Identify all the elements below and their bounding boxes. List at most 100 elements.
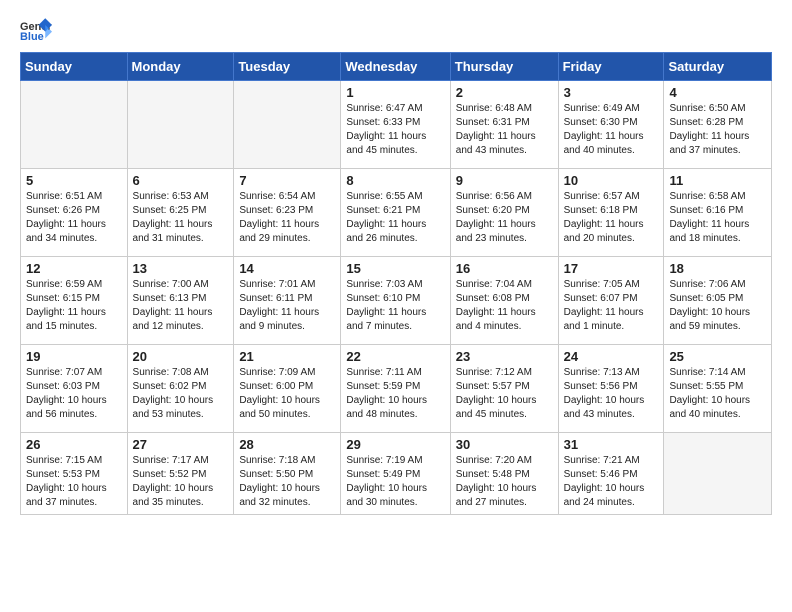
day-number-28: 28 xyxy=(239,437,335,452)
weekday-header-thursday: Thursday xyxy=(450,53,558,81)
day-cell-18: 18 Sunrise: 7:06 AM Sunset: 6:05 PM Dayli… xyxy=(664,257,772,345)
day-info-25: Sunrise: 7:14 AM Sunset: 5:55 PM Dayligh… xyxy=(669,366,766,422)
day-cell-empty xyxy=(127,81,234,169)
week-row-4: 19 Sunrise: 7:07 AM Sunset: 6:03 PM Dayli… xyxy=(21,345,772,433)
day-info-28: Sunrise: 7:18 AM Sunset: 5:50 PM Dayligh… xyxy=(239,454,335,510)
week-row-2: 5 Sunrise: 6:51 AM Sunset: 6:26 PM Daylig… xyxy=(21,169,772,257)
weekday-header-wednesday: Wednesday xyxy=(341,53,450,81)
week-row-3: 12 Sunrise: 6:59 AM Sunset: 6:15 PM Dayli… xyxy=(21,257,772,345)
day-info-29: Sunrise: 7:19 AM Sunset: 5:49 PM Dayligh… xyxy=(346,454,444,510)
day-info-23: Sunrise: 7:12 AM Sunset: 5:57 PM Dayligh… xyxy=(456,366,553,422)
day-info-4: Sunrise: 6:50 AM Sunset: 6:28 PM Dayligh… xyxy=(669,102,766,158)
day-cell-6: 6Sunrise: 6:53 AM Sunset: 6:25 PM Daylig… xyxy=(127,169,234,257)
day-number-13: 13 xyxy=(133,261,229,276)
day-number-20: 20 xyxy=(133,349,229,364)
day-number-18: 18 xyxy=(669,261,766,276)
day-info-21: Sunrise: 7:09 AM Sunset: 6:00 PM Dayligh… xyxy=(239,366,335,422)
day-cell-5: 5 Sunrise: 6:51 AM Sunset: 6:26 PM Daylig… xyxy=(21,169,128,257)
day-number-10: 10 xyxy=(564,173,659,188)
day-number-21: 21 xyxy=(239,349,335,364)
day-info-7: Sunrise: 6:54 AM Sunset: 6:23 PM Dayligh… xyxy=(239,190,335,246)
day-cell-19: 19 Sunrise: 7:07 AM Sunset: 6:03 PM Dayli… xyxy=(21,345,128,433)
day-number-8: 8 xyxy=(346,173,444,188)
weekday-header-friday: Friday xyxy=(558,53,664,81)
day-number-7: 7 xyxy=(239,173,335,188)
day-cell-26: 26 Sunrise: 7:15 AM Sunset: 5:53 PM Dayli… xyxy=(21,433,128,515)
day-cell-1: 1Sunrise: 6:47 AM Sunset: 6:33 PM Daylig… xyxy=(341,81,450,169)
weekday-header-saturday: Saturday xyxy=(664,53,772,81)
day-cell-22: 22 Sunrise: 7:11 AM Sunset: 5:59 PM Dayli… xyxy=(341,345,450,433)
day-info-5: Sunrise: 6:51 AM Sunset: 6:26 PM Dayligh… xyxy=(26,190,122,246)
day-cell-empty xyxy=(664,433,772,515)
day-number-30: 30 xyxy=(456,437,553,452)
day-info-22: Sunrise: 7:11 AM Sunset: 5:59 PM Dayligh… xyxy=(346,366,444,422)
day-number-1: 1 xyxy=(346,85,444,100)
day-number-9: 9 xyxy=(456,173,553,188)
day-info-18: Sunrise: 7:06 AM Sunset: 6:05 PM Dayligh… xyxy=(669,278,766,334)
day-cell-15: 15 Sunrise: 7:03 AM Sunset: 6:10 PM Dayli… xyxy=(341,257,450,345)
day-info-17: Sunrise: 7:05 AM Sunset: 6:07 PM Dayligh… xyxy=(564,278,659,334)
day-number-25: 25 xyxy=(669,349,766,364)
day-number-16: 16 xyxy=(456,261,553,276)
day-number-26: 26 xyxy=(26,437,122,452)
weekday-header-tuesday: Tuesday xyxy=(234,53,341,81)
day-number-4: 4 xyxy=(669,85,766,100)
day-cell-17: 17 Sunrise: 7:05 AM Sunset: 6:07 PM Dayli… xyxy=(558,257,664,345)
day-number-17: 17 xyxy=(564,261,659,276)
day-cell-27: 27Sunrise: 7:17 AM Sunset: 5:52 PM Dayli… xyxy=(127,433,234,515)
day-info-26: Sunrise: 7:15 AM Sunset: 5:53 PM Dayligh… xyxy=(26,454,122,510)
day-cell-12: 12 Sunrise: 6:59 AM Sunset: 6:15 PM Dayli… xyxy=(21,257,128,345)
day-info-19: Sunrise: 7:07 AM Sunset: 6:03 PM Dayligh… xyxy=(26,366,122,422)
day-number-23: 23 xyxy=(456,349,553,364)
day-info-6: Sunrise: 6:53 AM Sunset: 6:25 PM Dayligh… xyxy=(133,190,229,246)
day-cell-16: 16 Sunrise: 7:04 AM Sunset: 6:08 PM Dayli… xyxy=(450,257,558,345)
weekday-header-sunday: Sunday xyxy=(21,53,128,81)
day-cell-24: 24Sunrise: 7:13 AM Sunset: 5:56 PM Dayli… xyxy=(558,345,664,433)
day-number-14: 14 xyxy=(239,261,335,276)
day-number-29: 29 xyxy=(346,437,444,452)
day-info-11: Sunrise: 6:58 AM Sunset: 6:16 PM Dayligh… xyxy=(669,190,766,246)
day-info-13: Sunrise: 7:00 AM Sunset: 6:13 PM Dayligh… xyxy=(133,278,229,334)
day-number-5: 5 xyxy=(26,173,122,188)
day-info-30: Sunrise: 7:20 AM Sunset: 5:48 PM Dayligh… xyxy=(456,454,553,510)
day-cell-29: 29 Sunrise: 7:19 AM Sunset: 5:49 PM Dayli… xyxy=(341,433,450,515)
day-info-2: Sunrise: 6:48 AM Sunset: 6:31 PM Dayligh… xyxy=(456,102,553,158)
day-info-14: Sunrise: 7:01 AM Sunset: 6:11 PM Dayligh… xyxy=(239,278,335,334)
logo-icon: General Blue xyxy=(20,16,52,44)
day-cell-3: 3 Sunrise: 6:49 AM Sunset: 6:30 PM Daylig… xyxy=(558,81,664,169)
day-info-20: Sunrise: 7:08 AM Sunset: 6:02 PM Dayligh… xyxy=(133,366,229,422)
day-number-12: 12 xyxy=(26,261,122,276)
day-number-19: 19 xyxy=(26,349,122,364)
day-number-15: 15 xyxy=(346,261,444,276)
logo: General Blue xyxy=(20,16,52,44)
day-cell-31: 31 Sunrise: 7:21 AM Sunset: 5:46 PM Dayli… xyxy=(558,433,664,515)
day-cell-28: 28 Sunrise: 7:18 AM Sunset: 5:50 PM Dayli… xyxy=(234,433,341,515)
week-row-1: 1Sunrise: 6:47 AM Sunset: 6:33 PM Daylig… xyxy=(21,81,772,169)
day-cell-21: 21 Sunrise: 7:09 AM Sunset: 6:00 PM Dayli… xyxy=(234,345,341,433)
day-cell-8: 8 Sunrise: 6:55 AM Sunset: 6:21 PM Daylig… xyxy=(341,169,450,257)
day-info-24: Sunrise: 7:13 AM Sunset: 5:56 PM Dayligh… xyxy=(564,366,659,422)
day-info-12: Sunrise: 6:59 AM Sunset: 6:15 PM Dayligh… xyxy=(26,278,122,334)
weekday-header-monday: Monday xyxy=(127,53,234,81)
svg-text:Blue: Blue xyxy=(20,31,44,43)
day-info-9: Sunrise: 6:56 AM Sunset: 6:20 PM Dayligh… xyxy=(456,190,553,246)
day-number-11: 11 xyxy=(669,173,766,188)
week-row-5: 26 Sunrise: 7:15 AM Sunset: 5:53 PM Dayli… xyxy=(21,433,772,515)
calendar-table: SundayMondayTuesdayWednesdayThursdayFrid… xyxy=(20,52,772,515)
day-info-15: Sunrise: 7:03 AM Sunset: 6:10 PM Dayligh… xyxy=(346,278,444,334)
day-cell-10: 10Sunrise: 6:57 AM Sunset: 6:18 PM Dayli… xyxy=(558,169,664,257)
day-info-8: Sunrise: 6:55 AM Sunset: 6:21 PM Dayligh… xyxy=(346,190,444,246)
header: General Blue xyxy=(20,16,772,44)
day-number-2: 2 xyxy=(456,85,553,100)
day-cell-14: 14 Sunrise: 7:01 AM Sunset: 6:11 PM Dayli… xyxy=(234,257,341,345)
day-info-31: Sunrise: 7:21 AM Sunset: 5:46 PM Dayligh… xyxy=(564,454,659,510)
day-info-16: Sunrise: 7:04 AM Sunset: 6:08 PM Dayligh… xyxy=(456,278,553,334)
day-info-27: Sunrise: 7:17 AM Sunset: 5:52 PM Dayligh… xyxy=(133,454,229,510)
day-info-3: Sunrise: 6:49 AM Sunset: 6:30 PM Dayligh… xyxy=(564,102,659,158)
day-number-31: 31 xyxy=(564,437,659,452)
day-number-22: 22 xyxy=(346,349,444,364)
day-cell-9: 9 Sunrise: 6:56 AM Sunset: 6:20 PM Daylig… xyxy=(450,169,558,257)
day-number-3: 3 xyxy=(564,85,659,100)
day-cell-30: 30 Sunrise: 7:20 AM Sunset: 5:48 PM Dayli… xyxy=(450,433,558,515)
weekday-header-row: SundayMondayTuesdayWednesdayThursdayFrid… xyxy=(21,53,772,81)
